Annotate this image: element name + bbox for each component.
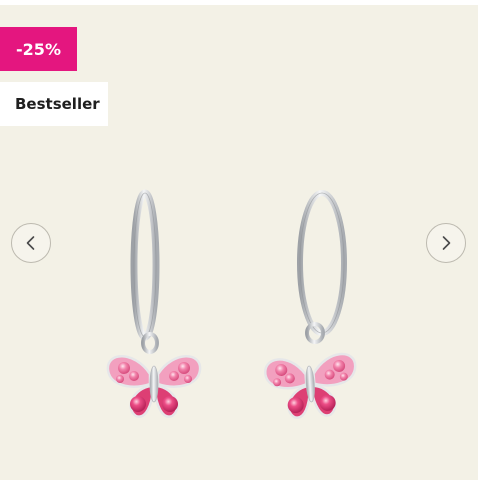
chevron-right-icon (442, 236, 451, 250)
next-image-button[interactable] (426, 223, 466, 263)
chevron-left-icon (26, 236, 35, 250)
bestseller-badge-label: Bestseller (15, 95, 100, 113)
right-earring (264, 190, 357, 419)
left-earring (106, 189, 202, 418)
product-image-gallery: -25% Bestseller (0, 5, 478, 480)
discount-badge-label: -25% (16, 39, 61, 59)
previous-image-button[interactable] (11, 223, 51, 263)
bestseller-badge: Bestseller (0, 82, 108, 126)
discount-badge: -25% (0, 27, 77, 71)
product-image-earrings (106, 189, 357, 419)
